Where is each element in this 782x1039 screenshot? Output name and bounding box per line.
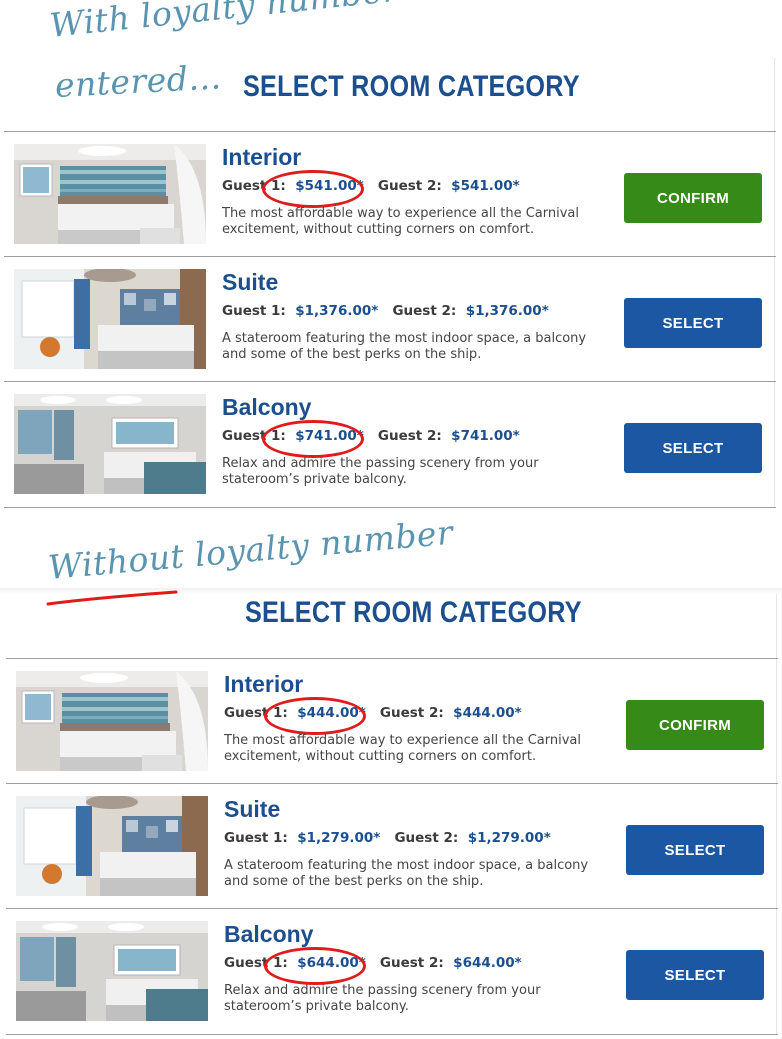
section-with-loyalty: With loyalty number entered... SELECT RO… <box>0 0 782 510</box>
guest2-label: Guest 2: <box>392 303 457 319</box>
room-image-suite[interactable] <box>14 269 206 369</box>
room-row-suite: Suite Guest 1: $1,279.00* Guest 2: $1,27… <box>6 783 778 909</box>
highlight-circle <box>264 947 366 985</box>
room-image-interior[interactable] <box>16 671 208 771</box>
room-name: Balcony <box>222 394 312 420</box>
room-name: Suite <box>222 269 279 295</box>
guest2-label: Guest 2: <box>379 705 444 721</box>
annotation-without-loyalty: Without loyalty number <box>47 513 455 587</box>
select-button[interactable]: SELECT <box>624 298 762 348</box>
guest2-price: $644.00* <box>453 955 522 971</box>
annotation-line-2: entered... <box>53 57 223 105</box>
room-description: Relax and admire the passing scenery fro… <box>222 456 539 487</box>
annotation-with-loyalty: With loyalty number <box>48 0 400 45</box>
room-image-suite[interactable] <box>16 796 208 896</box>
select-button[interactable]: SELECT <box>626 825 764 875</box>
highlight-circle <box>264 697 366 735</box>
highlight-circle <box>262 170 364 208</box>
guest1-price: $1,279.00* <box>297 830 381 846</box>
room-name: Balcony <box>224 921 314 947</box>
guest2-price: $1,376.00* <box>465 303 549 319</box>
guest2-label: Guest 2: <box>379 955 444 971</box>
guest1-label: Guest 1: <box>224 830 288 846</box>
guest2-label: Guest 2: <box>377 178 442 194</box>
select-button[interactable]: SELECT <box>626 950 764 1000</box>
confirm-button[interactable]: CONFIRM <box>624 173 762 223</box>
room-description: A stateroom featuring the most indoor sp… <box>224 858 589 889</box>
guest1-price: $1,376.00* <box>295 303 379 319</box>
room-name: Interior <box>224 671 304 697</box>
section-without-loyalty: Without loyalty number SELECT ROOM CATEG… <box>0 513 782 1039</box>
room-image-balcony[interactable] <box>14 394 206 494</box>
room-row-balcony: Balcony Guest 1: $644.00* Guest 2: $644.… <box>6 908 778 1035</box>
room-description: Relax and admire the passing scenery fro… <box>224 983 541 1014</box>
select-button[interactable]: SELECT <box>624 423 762 473</box>
room-row-suite: Suite Guest 1: $1,376.00* Guest 2: $1,37… <box>4 256 776 382</box>
guest2-price: $444.00* <box>453 705 522 721</box>
guest2-label: Guest 2: <box>377 428 442 444</box>
annotation-entered: entered... <box>54 57 222 105</box>
confirm-button[interactable]: CONFIRM <box>626 700 764 750</box>
page-title: SELECT ROOM CATEGORY <box>243 70 580 103</box>
room-image-balcony[interactable] <box>16 921 208 1021</box>
room-description: The most affordable way to experience al… <box>222 206 579 237</box>
guest-prices: Guest 1: $1,279.00* Guest 2: $1,279.00* <box>224 830 551 846</box>
room-description: The most affordable way to experience al… <box>224 733 581 764</box>
underline-mark <box>46 590 178 606</box>
guest2-price: $1,279.00* <box>467 830 551 846</box>
room-row-interior: Interior Guest 1: $444.00* Guest 2: $444… <box>6 658 778 784</box>
guest2-price: $541.00* <box>451 178 520 194</box>
guest2-price: $741.00* <box>451 428 520 444</box>
room-name: Suite <box>224 796 281 822</box>
guest-prices: Guest 1: $1,376.00* Guest 2: $1,376.00* <box>222 303 549 319</box>
room-row-balcony: Balcony Guest 1: $741.00* Guest 2: $741.… <box>4 381 776 508</box>
annotation-line-1: With loyalty number <box>47 0 401 45</box>
highlight-circle <box>262 420 364 458</box>
room-image-interior[interactable] <box>14 144 206 244</box>
guest2-label: Guest 2: <box>394 830 459 846</box>
room-row-interior: Interior Guest 1: $541.00* Guest 2: $541… <box>4 131 776 257</box>
room-name: Interior <box>222 144 302 170</box>
guest1-label: Guest 1: <box>222 303 286 319</box>
annotation-line-1: Without loyalty number <box>46 512 455 587</box>
page-title: SELECT ROOM CATEGORY <box>245 596 582 629</box>
room-description: A stateroom featuring the most indoor sp… <box>222 331 587 362</box>
